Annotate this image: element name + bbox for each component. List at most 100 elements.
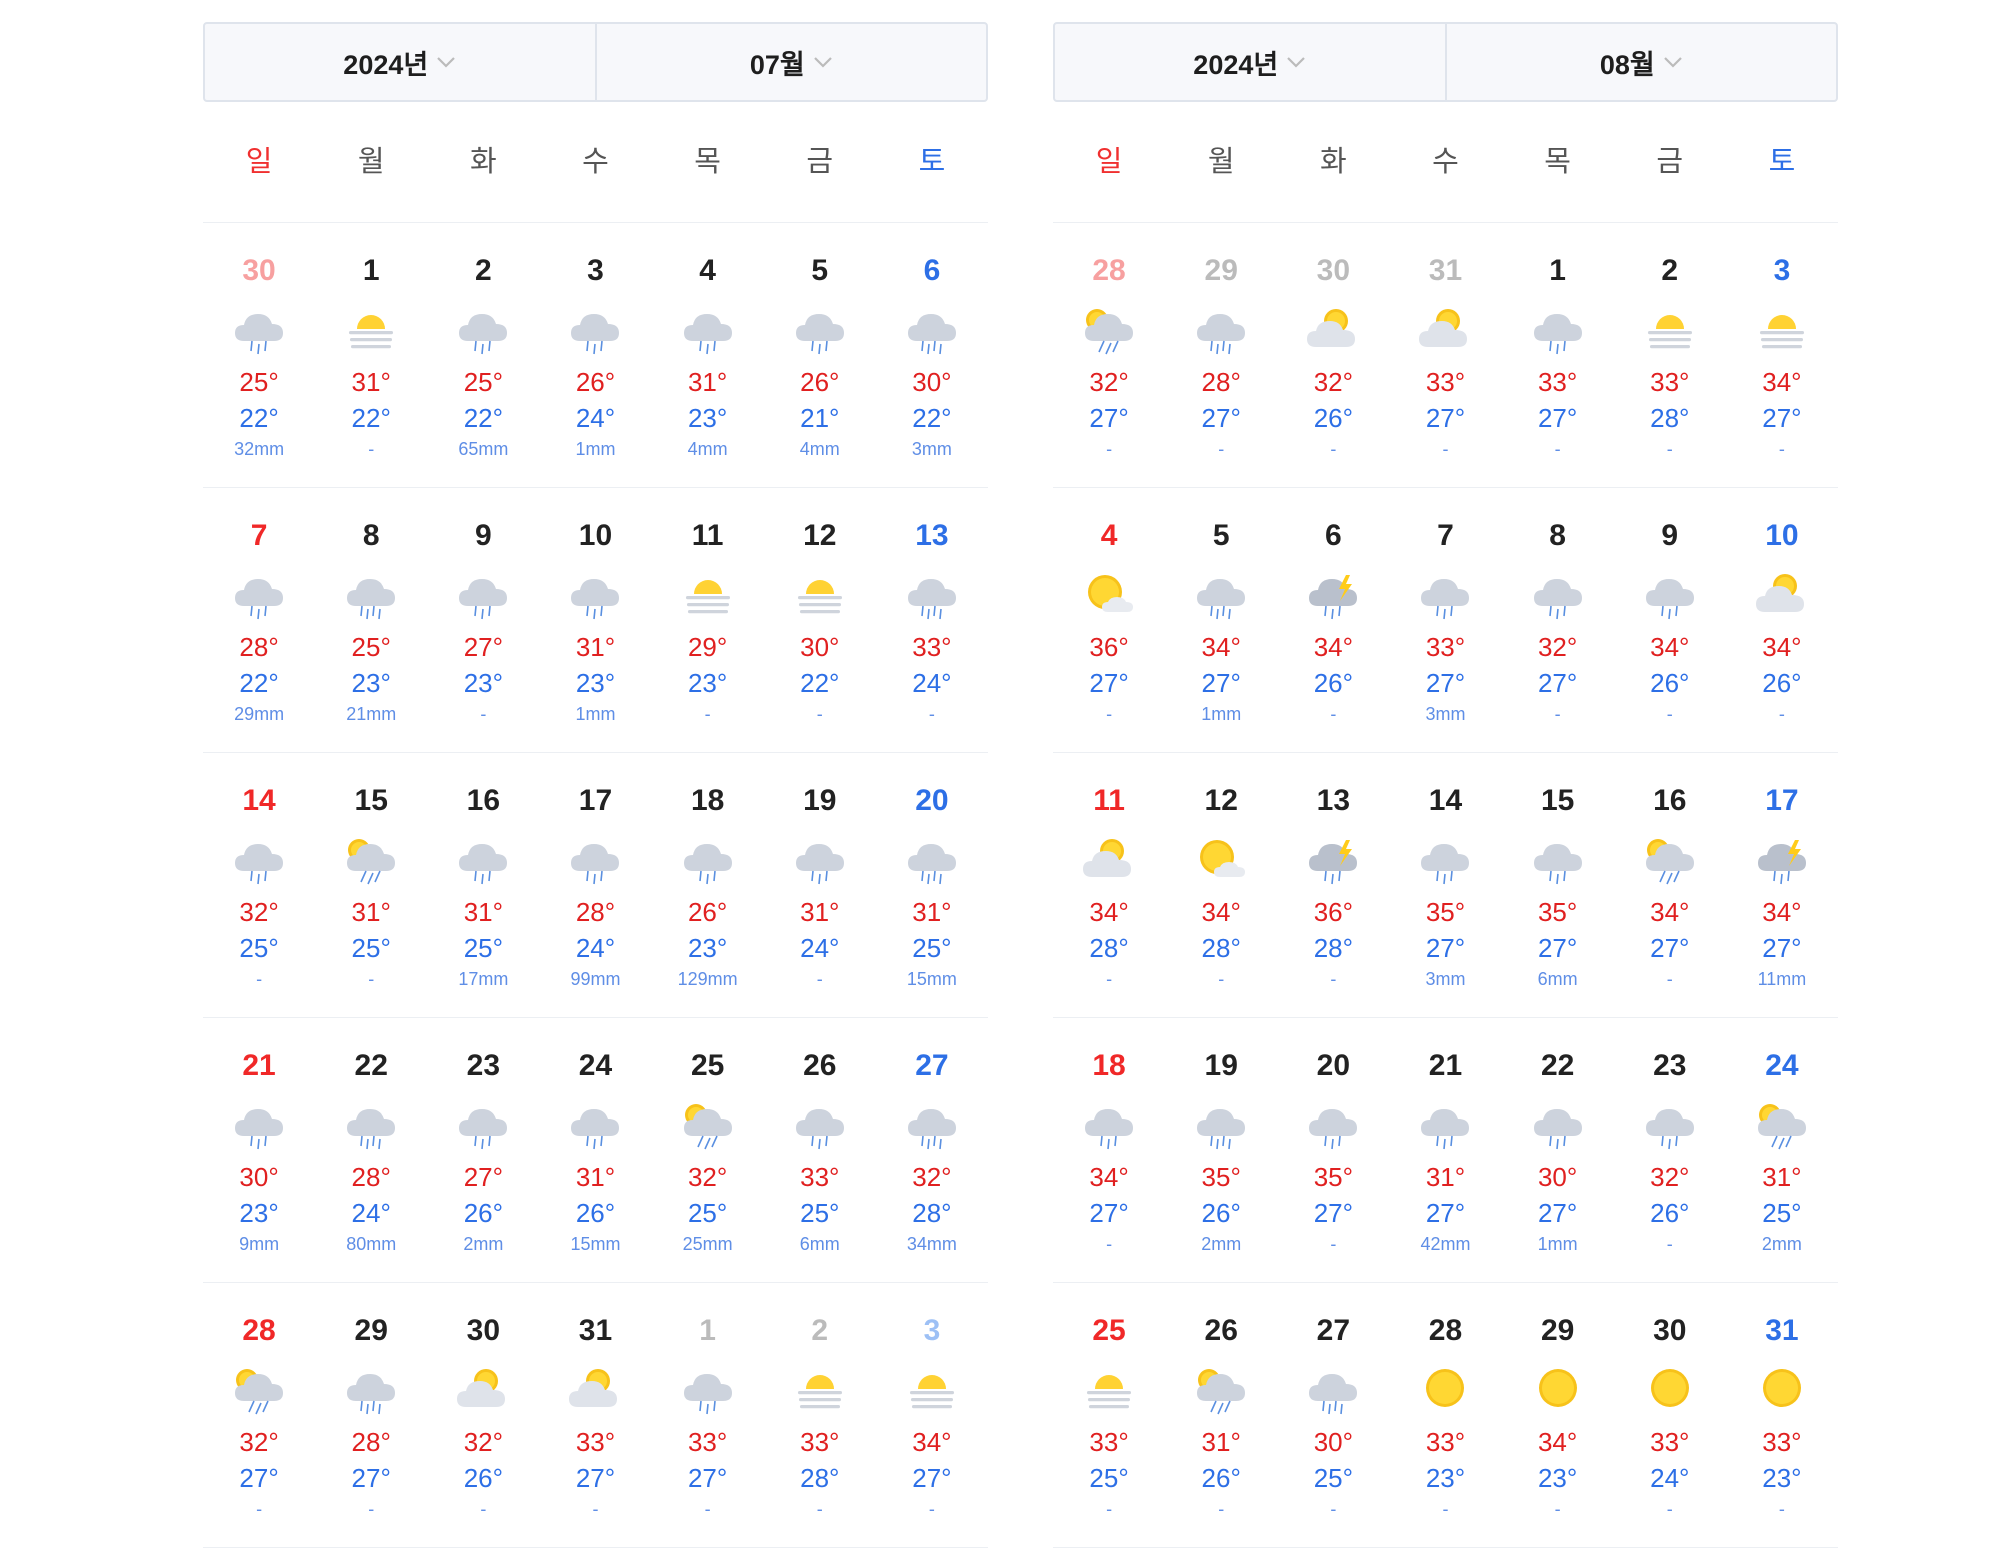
day-cell[interactable]: 1 33° 27° -: [1502, 223, 1614, 487]
day-cell[interactable]: 4 36° 27° -: [1053, 488, 1165, 752]
day-cell[interactable]: 27 30° 25° -: [1277, 1283, 1389, 1547]
day-cell[interactable]: 11 34° 28° -: [1053, 753, 1165, 1017]
high-temp: 33°: [1650, 367, 1690, 397]
weekday-label: 금: [806, 146, 834, 178]
day-cell[interactable]: 8 25° 23° 21mm: [315, 488, 427, 752]
day-cell[interactable]: 18 34° 27° -: [1053, 1018, 1165, 1282]
day-cell[interactable]: 3 26° 24° 1mm: [539, 223, 651, 487]
weekday-header: 일월화수목금토: [203, 102, 988, 223]
day-cell[interactable]: 30 25° 22° 32mm: [203, 223, 315, 487]
day-cell[interactable]: 20 31° 25° 15mm: [876, 753, 988, 1017]
day-cell[interactable]: 12 30° 22° -: [764, 488, 876, 752]
day-cell[interactable]: 19 35° 26° 2mm: [1165, 1018, 1277, 1282]
day-cell[interactable]: 21 31° 27° 42mm: [1389, 1018, 1501, 1282]
day-cell[interactable]: 16 34° 27° -: [1614, 753, 1726, 1017]
day-cell[interactable]: 10 34° 26° -: [1726, 488, 1838, 752]
day-cell[interactable]: 24 31° 25° 2mm: [1726, 1018, 1838, 1282]
day-cell[interactable]: 25 33° 25° -: [1053, 1283, 1165, 1547]
day-cell[interactable]: 31 33° 23° -: [1726, 1283, 1838, 1547]
day-cell[interactable]: 9 34° 26° -: [1614, 488, 1726, 752]
chevron-down-icon: [813, 56, 833, 68]
day-cell[interactable]: 22 30° 27° 1mm: [1502, 1018, 1614, 1282]
day-cell[interactable]: 29 34° 23° -: [1502, 1283, 1614, 1547]
day-cell[interactable]: 28 33° 23° -: [1389, 1283, 1501, 1547]
rain-icon: [677, 827, 739, 889]
day-cell[interactable]: 9 27° 23° -: [427, 488, 539, 752]
day-cell[interactable]: 2 33° 28° -: [764, 1283, 876, 1547]
low-temp: 26°: [1313, 403, 1354, 433]
day-cell[interactable]: 12 34° 28° -: [1165, 753, 1277, 1017]
day-cell[interactable]: 31 33° 27° -: [539, 1283, 651, 1547]
day-cell[interactable]: 3 34° 27° -: [876, 1283, 988, 1547]
day-cell[interactable]: 30 33° 24° -: [1614, 1283, 1726, 1547]
day-cell[interactable]: 13 36° 28° -: [1277, 753, 1389, 1017]
day-number: 14: [242, 784, 276, 817]
high-temp: 30°: [912, 367, 952, 397]
partly-cloudy-icon: [1414, 297, 1476, 359]
day-cell[interactable]: 26 31° 26° -: [1165, 1283, 1277, 1547]
year-dropdown[interactable]: 2024년: [205, 24, 595, 100]
month-dropdown[interactable]: 07월: [594, 24, 987, 100]
rain-icon: [1414, 562, 1476, 624]
day-cell[interactable]: 13 33° 24° -: [876, 488, 988, 752]
low-temp: 21°: [800, 403, 840, 433]
year-dropdown[interactable]: 2024년: [1055, 24, 1445, 100]
day-cell[interactable]: 25 32° 25° 25mm: [652, 1018, 764, 1282]
day-cell[interactable]: 2 25° 22° 65mm: [427, 223, 539, 487]
year-label: 2024년: [343, 49, 429, 80]
day-cell[interactable]: 30 32° 26° -: [427, 1283, 539, 1547]
month-dropdown[interactable]: 08월: [1444, 24, 1837, 100]
day-cell[interactable]: 26 33° 25° 6mm: [764, 1018, 876, 1282]
day-cell[interactable]: 21 30° 23° 9mm: [203, 1018, 315, 1282]
day-cell[interactable]: 20 35° 27° -: [1277, 1018, 1389, 1282]
low-temp: 26°: [1650, 668, 1690, 698]
day-cell[interactable]: 6 34° 26° -: [1277, 488, 1389, 752]
day-cell[interactable]: 22 28° 24° 80mm: [315, 1018, 427, 1282]
day-cell[interactable]: 16 31° 25° 17mm: [427, 753, 539, 1017]
day-cell[interactable]: 29 28° 27° -: [315, 1283, 427, 1547]
day-cell[interactable]: 11 29° 23° -: [652, 488, 764, 752]
day-cell[interactable]: 1 31° 22° -: [315, 223, 427, 487]
day-cell[interactable]: 15 31° 25° -: [315, 753, 427, 1017]
day-cell[interactable]: 31 33° 27° -: [1389, 223, 1501, 487]
day-cell[interactable]: 4 31° 23° 4mm: [652, 223, 764, 487]
day-cell[interactable]: 17 34° 27° 11mm: [1726, 753, 1838, 1017]
day-cell[interactable]: 29 28° 27° -: [1165, 223, 1277, 487]
precipitation: -: [1778, 1499, 1785, 1519]
day-cell[interactable]: 19 31° 24° -: [764, 753, 876, 1017]
day-cell[interactable]: 14 32° 25° -: [203, 753, 315, 1017]
day-cell[interactable]: 7 33° 27° 3mm: [1389, 488, 1501, 752]
day-cell[interactable]: 5 26° 21° 4mm: [764, 223, 876, 487]
day-cell[interactable]: 5 34° 27° 1mm: [1165, 488, 1277, 752]
day-cell[interactable]: 23 32° 26° -: [1614, 1018, 1726, 1282]
day-cell[interactable]: 8 32° 27° -: [1502, 488, 1614, 752]
day-cell[interactable]: 30 32° 26° -: [1277, 223, 1389, 487]
day-cell[interactable]: 14 35° 27° 3mm: [1389, 753, 1501, 1017]
day-number: 28: [1428, 1314, 1463, 1347]
day-cell[interactable]: 28 32° 27° -: [203, 1283, 315, 1547]
low-temp: 28°: [1089, 933, 1129, 963]
low-temp: 23°: [687, 403, 728, 433]
high-temp: 25°: [463, 367, 504, 397]
day-cell[interactable]: 24 31° 26° 15mm: [539, 1018, 651, 1282]
low-temp: 23°: [1425, 1463, 1466, 1493]
day-number: 3: [923, 1314, 941, 1347]
day-cell[interactable]: 1 33° 27° -: [652, 1283, 764, 1547]
low-temp: 27°: [1089, 1198, 1129, 1228]
day-cell[interactable]: 6 30° 22° 3mm: [876, 223, 988, 487]
low-temp: 24°: [800, 933, 840, 963]
day-cell[interactable]: 7 28° 22° 29mm: [203, 488, 315, 752]
day-cell[interactable]: 18 26° 23° 129mm: [652, 753, 764, 1017]
day-cell[interactable]: 28 32° 27° -: [1053, 223, 1165, 487]
day-cell[interactable]: 27 32° 28° 34mm: [876, 1018, 988, 1282]
day-cell[interactable]: 17 28° 24° 99mm: [539, 753, 651, 1017]
day-cell[interactable]: 15 35° 27° 6mm: [1502, 753, 1614, 1017]
day-cell[interactable]: 3 34° 27° -: [1726, 223, 1838, 487]
day-cell[interactable]: 23 27° 26° 2mm: [427, 1018, 539, 1282]
day-cell[interactable]: 2 33° 28° -: [1614, 223, 1726, 487]
rain-icon: [677, 297, 739, 359]
day-number: 1: [362, 254, 380, 287]
week-row: 7 28° 22° 29mm 8 25° 23° 21mm 9 27° 23° - 10 31° 23° 1m…: [203, 488, 988, 753]
day-cell[interactable]: 10 31° 23° 1mm: [539, 488, 651, 752]
precipitation: -: [1330, 439, 1337, 459]
